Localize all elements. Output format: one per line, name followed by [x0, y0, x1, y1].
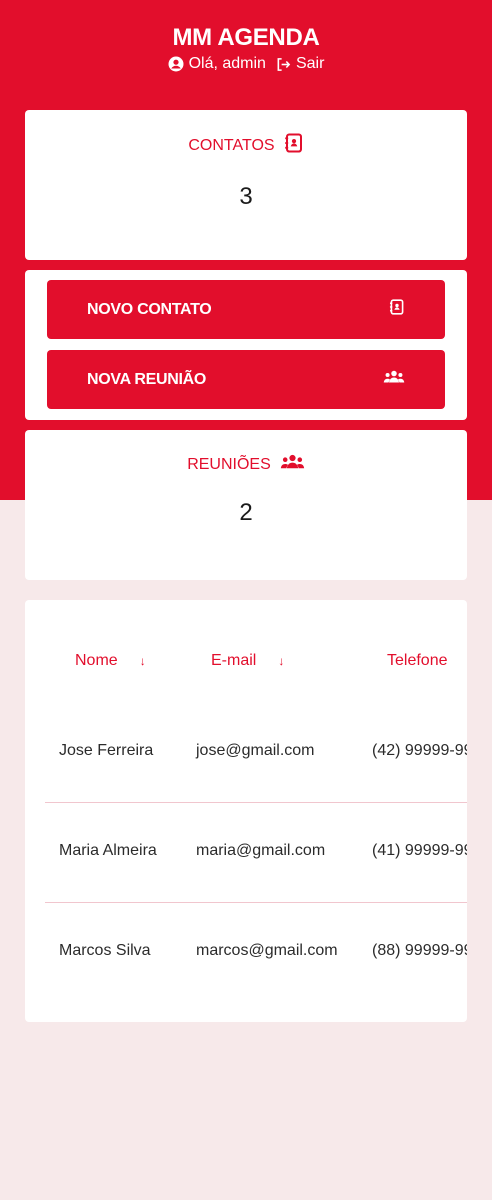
cell-email: maria@gmail.com — [196, 842, 326, 859]
logout-icon — [276, 57, 291, 72]
sort-arrow-down-icon[interactable]: ↓ — [140, 655, 146, 667]
new-contact-button[interactable]: NOVO CONTATO — [47, 280, 445, 339]
quick-actions-card: NOVO CONTATO NOVA REUNIÃO — [25, 270, 467, 420]
cell-telefone: (42) 99999-99 — [372, 742, 467, 759]
meetings-stat-card: REUNIÕES 2 — [25, 430, 467, 580]
users-icon — [280, 453, 305, 476]
cell-nome: Marcos Silva — [59, 942, 151, 959]
column-header-telefone-label: Telefone — [387, 652, 448, 669]
table-row[interactable]: Marcos Silva marcos@gmail.com (88) 99999… — [45, 902, 467, 1002]
address-book-icon — [284, 133, 304, 158]
contacts-stat-label: CONTATOS — [188, 136, 275, 154]
logout-link[interactable]: Sair — [276, 54, 324, 74]
address-book-icon — [389, 299, 405, 320]
user-greeting: Olá, admin — [168, 54, 266, 74]
cell-email: marcos@gmail.com — [196, 942, 338, 959]
column-header-nome[interactable]: Nome ↓ — [75, 652, 146, 670]
contacts-stat-card: CONTATOS 3 — [25, 110, 467, 260]
user-greeting-text: Olá, admin — [188, 55, 266, 72]
table-row[interactable]: Jose Ferreira jose@gmail.com (42) 99999-… — [45, 702, 467, 803]
cell-email: jose@gmail.com — [196, 742, 315, 759]
app-header: MM AGENDA Olá, admin Sair — [0, 18, 492, 74]
cell-nome: Jose Ferreira — [59, 742, 154, 759]
contacts-stat-title: CONTATOS — [25, 110, 467, 158]
column-header-email[interactable]: E-mail ↓ — [211, 652, 284, 670]
column-header-email-label: E-mail — [211, 652, 257, 669]
meetings-stat-value: 2 — [239, 499, 253, 526]
cell-nome: Maria Almeira — [59, 842, 157, 859]
user-toolbar: Olá, admin Sair — [0, 54, 492, 74]
column-header-telefone: Telefone — [387, 652, 448, 670]
table-row[interactable]: Maria Almeira maria@gmail.com (41) 99999… — [45, 802, 467, 903]
contacts-stat-value: 3 — [239, 183, 253, 210]
app-title: MM AGENDA — [172, 24, 320, 51]
column-header-nome-label: Nome — [75, 652, 118, 669]
contacts-table-card: Nome ↓ E-mail ↓ Telefone Jose Ferreira j… — [25, 600, 467, 1022]
logout-label: Sair — [295, 55, 325, 72]
sort-arrow-down-icon[interactable]: ↓ — [278, 655, 284, 667]
new-contact-label: NOVO CONTATO — [87, 300, 212, 318]
meetings-stat-label: REUNIÕES — [187, 455, 271, 473]
user-circle-icon — [168, 56, 184, 72]
users-icon — [383, 369, 405, 390]
new-meeting-label: NOVA REUNIÃO — [87, 370, 207, 388]
meetings-stat-title: REUNIÕES — [25, 430, 467, 476]
cell-telefone: (41) 99999-99 — [372, 842, 467, 859]
new-meeting-button[interactable]: NOVA REUNIÃO — [47, 350, 445, 409]
cell-telefone: (88) 99999-99 — [372, 942, 467, 959]
